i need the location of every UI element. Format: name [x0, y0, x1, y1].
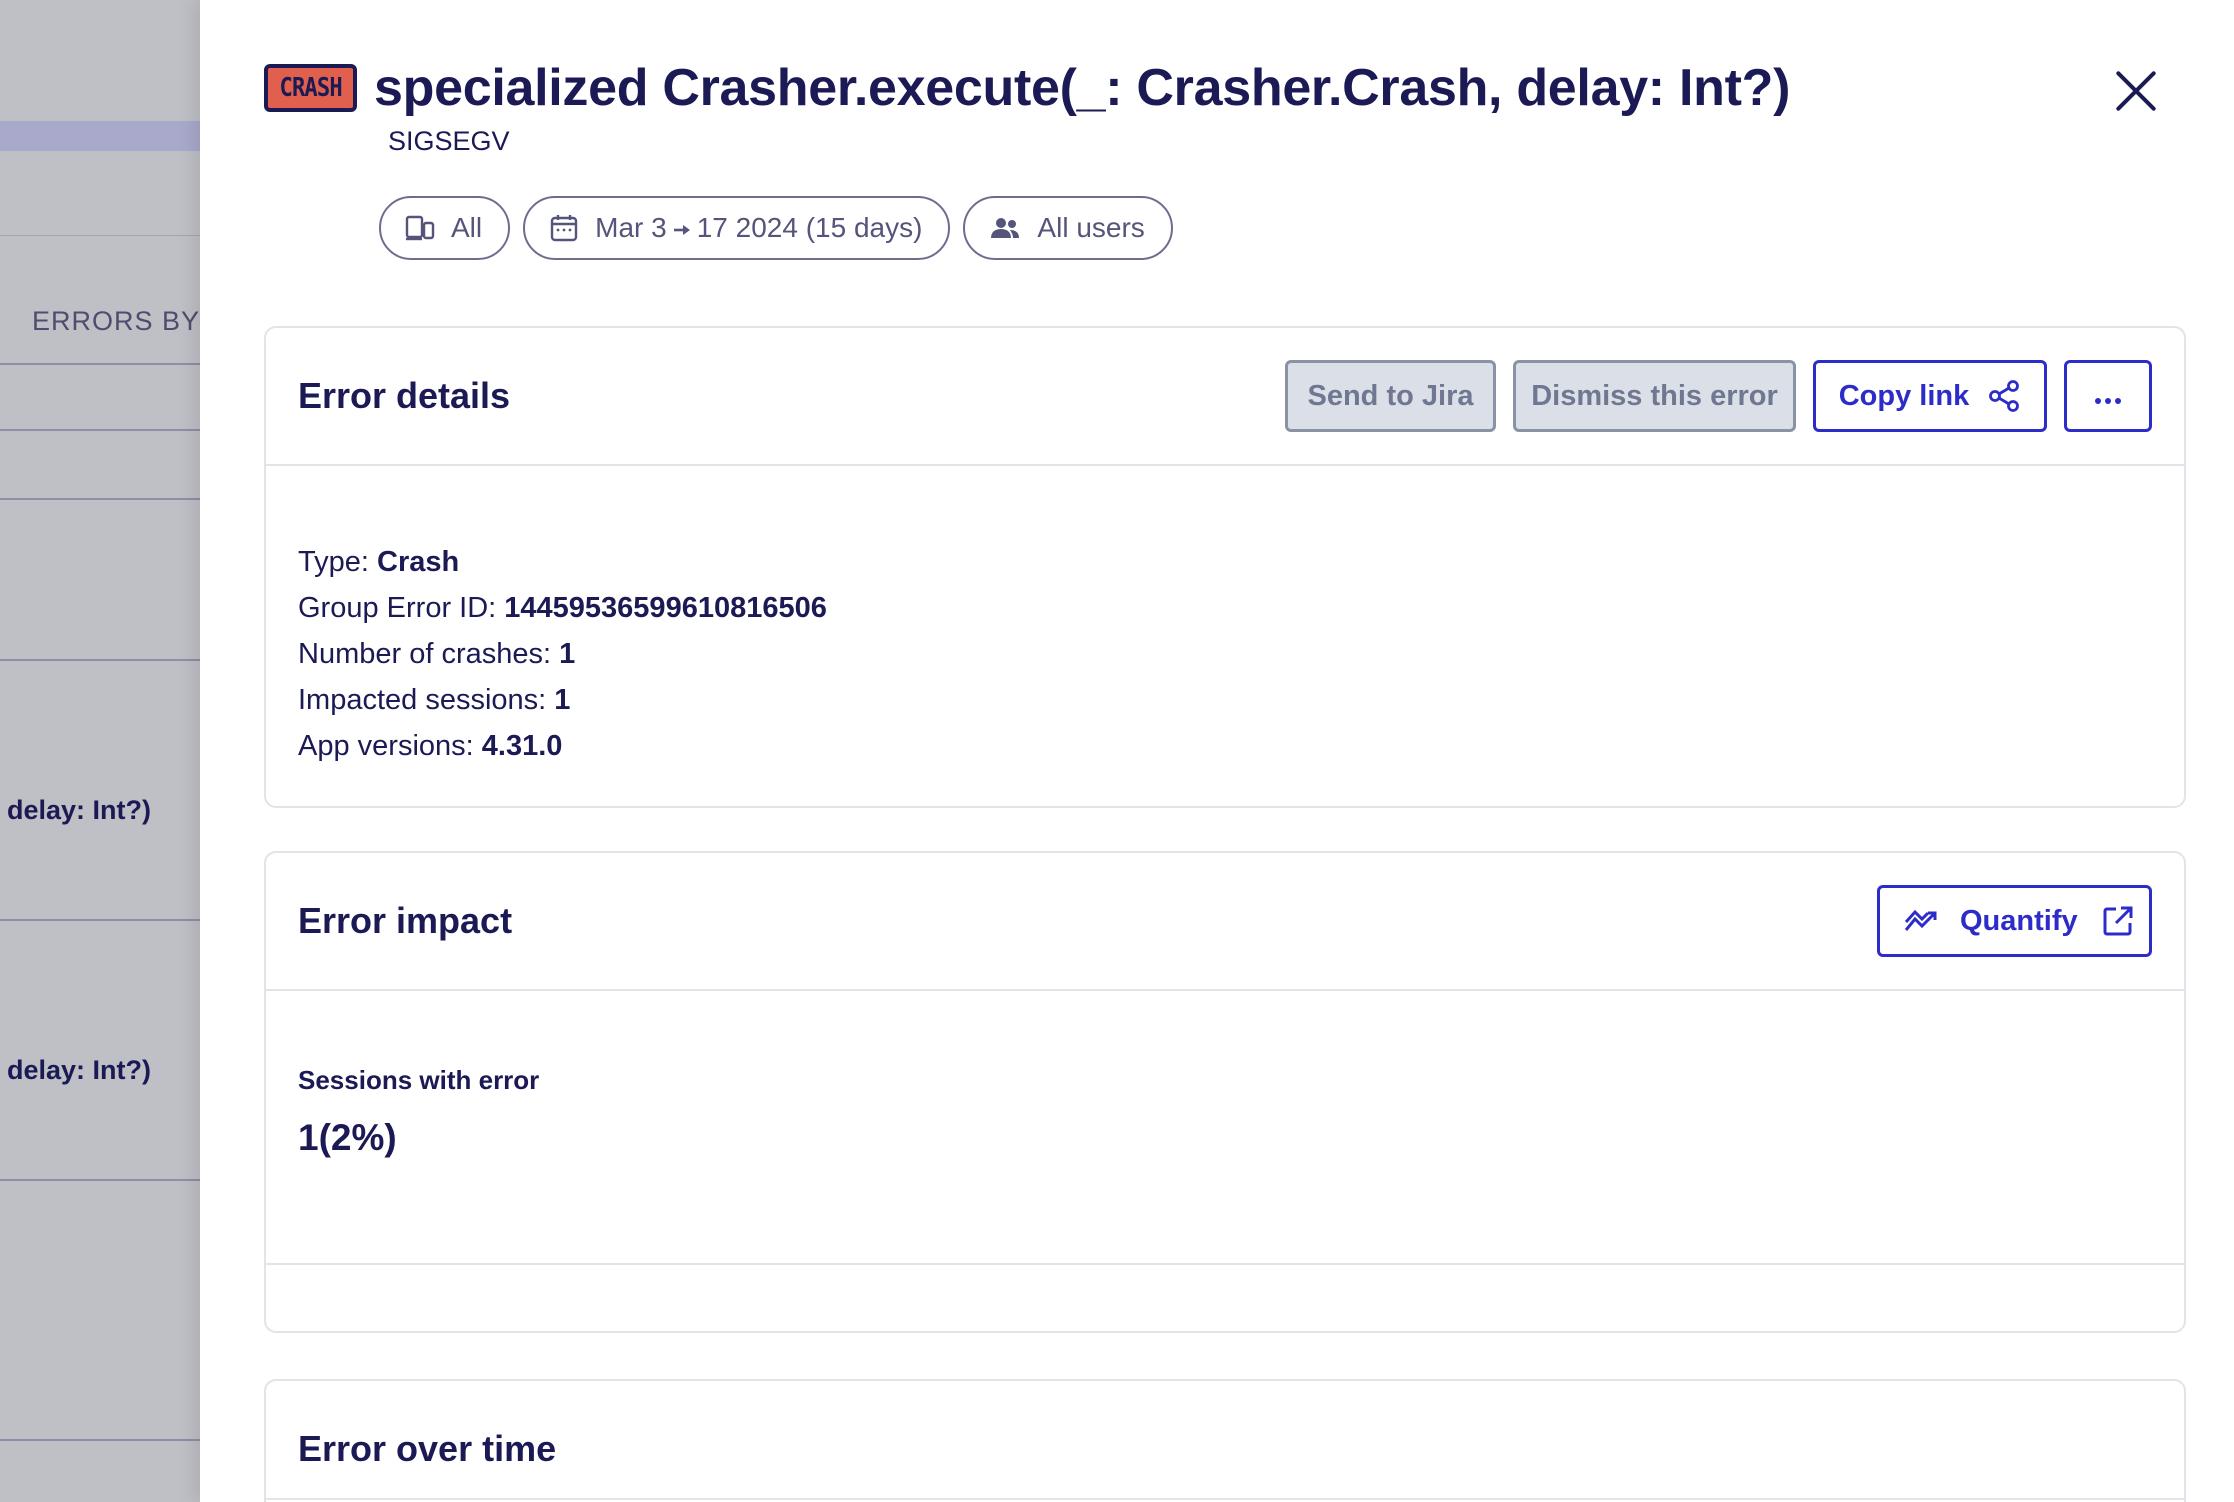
detail-number-of-crashes: Number of crashes: 1 — [298, 631, 2152, 677]
arrow-right-icon — [673, 212, 691, 244]
devices-icon — [405, 214, 435, 242]
error-over-time-title: Error over time — [298, 1427, 557, 1469]
divider — [0, 429, 200, 431]
error-signal: SIGSEGV — [388, 126, 510, 156]
external-link-icon — [2102, 905, 2134, 937]
detail-impacted-sessions: Impacted sessions: 1 — [298, 677, 2152, 723]
error-impact-header: Error impact Quantify — [266, 853, 2184, 991]
error-detail-drawer: CRASH specialized Crasher.execute(_: Cra… — [200, 0, 2234, 1502]
background-page: ERRORS BY : delay: Int?) delay: Int?) — [0, 0, 200, 1502]
users-filter[interactable]: All users — [963, 196, 1173, 260]
device-filter[interactable]: All — [379, 196, 511, 260]
copy-link-button[interactable]: Copy link — [1813, 360, 2047, 432]
copy-link-label: Copy link — [1838, 379, 1970, 412]
background-highlight-row — [0, 121, 200, 151]
divider — [0, 1179, 200, 1181]
detail-value: 1 — [554, 684, 571, 716]
background-row-text[interactable]: delay: Int?) — [7, 795, 151, 826]
date-range-end: 17 2024 (15 days) — [696, 212, 923, 243]
detail-label: Group Error ID: — [298, 592, 505, 624]
divider — [0, 659, 200, 661]
error-over-time-card: Error over time — [264, 1379, 2186, 1502]
error-details-actions: Send to Jira Dismiss this error Copy lin… — [1285, 360, 2152, 432]
divider — [0, 363, 200, 365]
dismiss-error-button[interactable]: Dismiss this error — [1513, 360, 1796, 432]
error-details-title: Error details — [298, 375, 511, 416]
send-to-jira-button[interactable]: Send to Jira — [1285, 360, 1496, 432]
error-over-time-header: Error over time — [266, 1381, 2184, 1500]
error-details-card: Error details Send to Jira Dismiss this … — [264, 326, 2186, 808]
trend-icon — [1904, 908, 1938, 934]
header: CRASH specialized Crasher.execute(_: Cra… — [264, 58, 1790, 118]
detail-type: Type: Crash — [298, 539, 2152, 585]
date-range-filter[interactable]: Mar 3 17 2024 (15 days) — [523, 196, 951, 260]
divider — [0, 1439, 200, 1441]
share-icon — [1987, 379, 2021, 413]
divider — [0, 235, 200, 236]
detail-label: Impacted sessions: — [298, 684, 555, 716]
more-options-button[interactable] — [2064, 360, 2152, 432]
close-icon[interactable] — [2114, 68, 2158, 112]
divider — [0, 498, 200, 500]
calendar-icon — [549, 213, 579, 243]
detail-value: Crash — [377, 546, 460, 578]
sessions-with-error-label: Sessions with error — [298, 1065, 540, 1095]
crash-badge: CRASH — [264, 64, 357, 112]
error-details-body: Type: Crash Group Error ID: 144595365996… — [266, 466, 2184, 769]
detail-label: Type: — [298, 546, 377, 578]
error-impact-title: Error impact — [298, 900, 513, 941]
detail-value: 1 — [559, 638, 576, 670]
errors-by-section-label: ERRORS BY : — [32, 306, 200, 336]
device-filter-label: All — [451, 212, 483, 243]
date-range-start: Mar 3 — [595, 212, 667, 243]
users-filter-label: All users — [1037, 212, 1145, 243]
users-icon — [989, 216, 1021, 240]
detail-group-error-id: Group Error ID: 14459536599610816506 — [298, 585, 2152, 631]
quantify-label: Quantify — [1960, 904, 2078, 937]
page-title: specialized Crasher.execute(_: Crasher.C… — [374, 59, 1791, 117]
detail-value: 4.31.0 — [481, 730, 563, 762]
background-row-text[interactable]: delay: Int?) — [7, 1055, 151, 1086]
crash-badge-label: CRASH — [279, 73, 342, 103]
detail-label: Number of crashes: — [298, 638, 560, 670]
detail-label: App versions: — [298, 730, 482, 762]
ellipsis-icon — [2093, 380, 2123, 413]
filter-bar: All Mar 3 17 2024 (15 days) All users — [379, 196, 1173, 260]
quantify-button[interactable]: Quantify — [1877, 885, 2152, 957]
error-details-header: Error details Send to Jira Dismiss this … — [266, 328, 2184, 466]
divider — [0, 919, 200, 921]
error-impact-card: Error impact Quantify Sessions with erro… — [264, 851, 2186, 1333]
sessions-with-error-value: 1(2%) — [298, 1117, 397, 1158]
error-impact-body: Sessions with error 1(2%) — [266, 991, 2184, 1265]
detail-value: 14459536599610816506 — [504, 592, 827, 624]
detail-app-versions: App versions: 4.31.0 — [298, 723, 2152, 769]
